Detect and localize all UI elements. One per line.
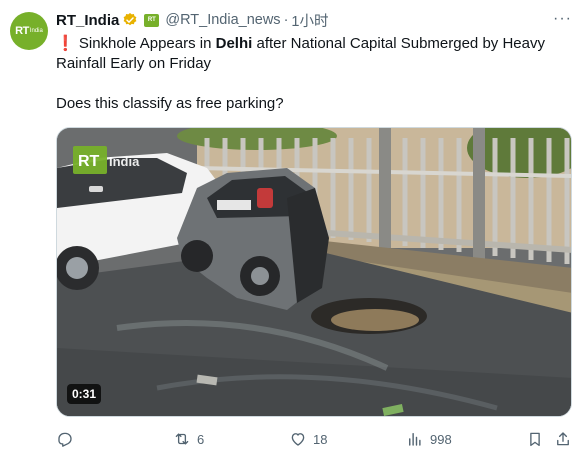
tweet-text-part1: Sinkhole Appears in [74,35,216,52]
heart-icon [291,433,305,446]
affiliate-logo-icon[interactable]: RT [144,13,160,27]
like-button[interactable]: 18 [289,430,327,448]
video-thumbnail: RT India [57,128,571,416]
video-duration-badge: 0:31 [67,384,102,404]
bookmark-icon [530,432,540,447]
retweet-button[interactable]: 6 [173,430,204,448]
share-icon [557,432,569,446]
bookmark-button[interactable] [526,430,544,448]
video-player[interactable]: RT India 0:31 [56,127,572,417]
watermark-text: India [109,154,140,169]
avatar-logo-text: RT [15,25,29,37]
tweet-text-paragraph-1: ❗ Sinkhole Appears in Delhi after Nation… [56,34,576,74]
author-handle[interactable]: @RT_India_news [165,12,280,28]
exclamation-icon: ❗ [56,35,75,52]
tweet-text-bold: Delhi [215,35,253,52]
views-count: 998 [430,431,452,447]
views-button[interactable]: 998 [406,430,452,448]
avatar-logo-subtext: India [29,28,43,34]
tweet-time[interactable]: 1小时 [291,10,328,31]
retweet-icon [175,433,189,445]
verified-badge-icon [122,12,138,28]
retweet-count: 6 [197,431,205,447]
tweet-actions: 6 18 998 [56,430,572,450]
author-name[interactable]: RT_India [56,12,119,29]
more-options-icon[interactable]: ··· [553,10,572,28]
share-button[interactable] [554,430,572,448]
reply-button[interactable] [56,430,80,448]
tweet-header: RT_India RT @RT_India_news · 1小时 [56,10,568,30]
avatar[interactable]: RT India [10,12,48,50]
like-count: 18 [313,431,328,447]
tweet-text: ❗ Sinkhole Appears in Delhi after Nation… [56,34,576,114]
separator-dot: · [283,12,289,28]
watermark-logo: RT [78,153,100,170]
reply-icon [58,432,72,447]
tweet-text-paragraph-2: Does this classify as free parking? [56,95,284,112]
analytics-icon [409,433,421,446]
